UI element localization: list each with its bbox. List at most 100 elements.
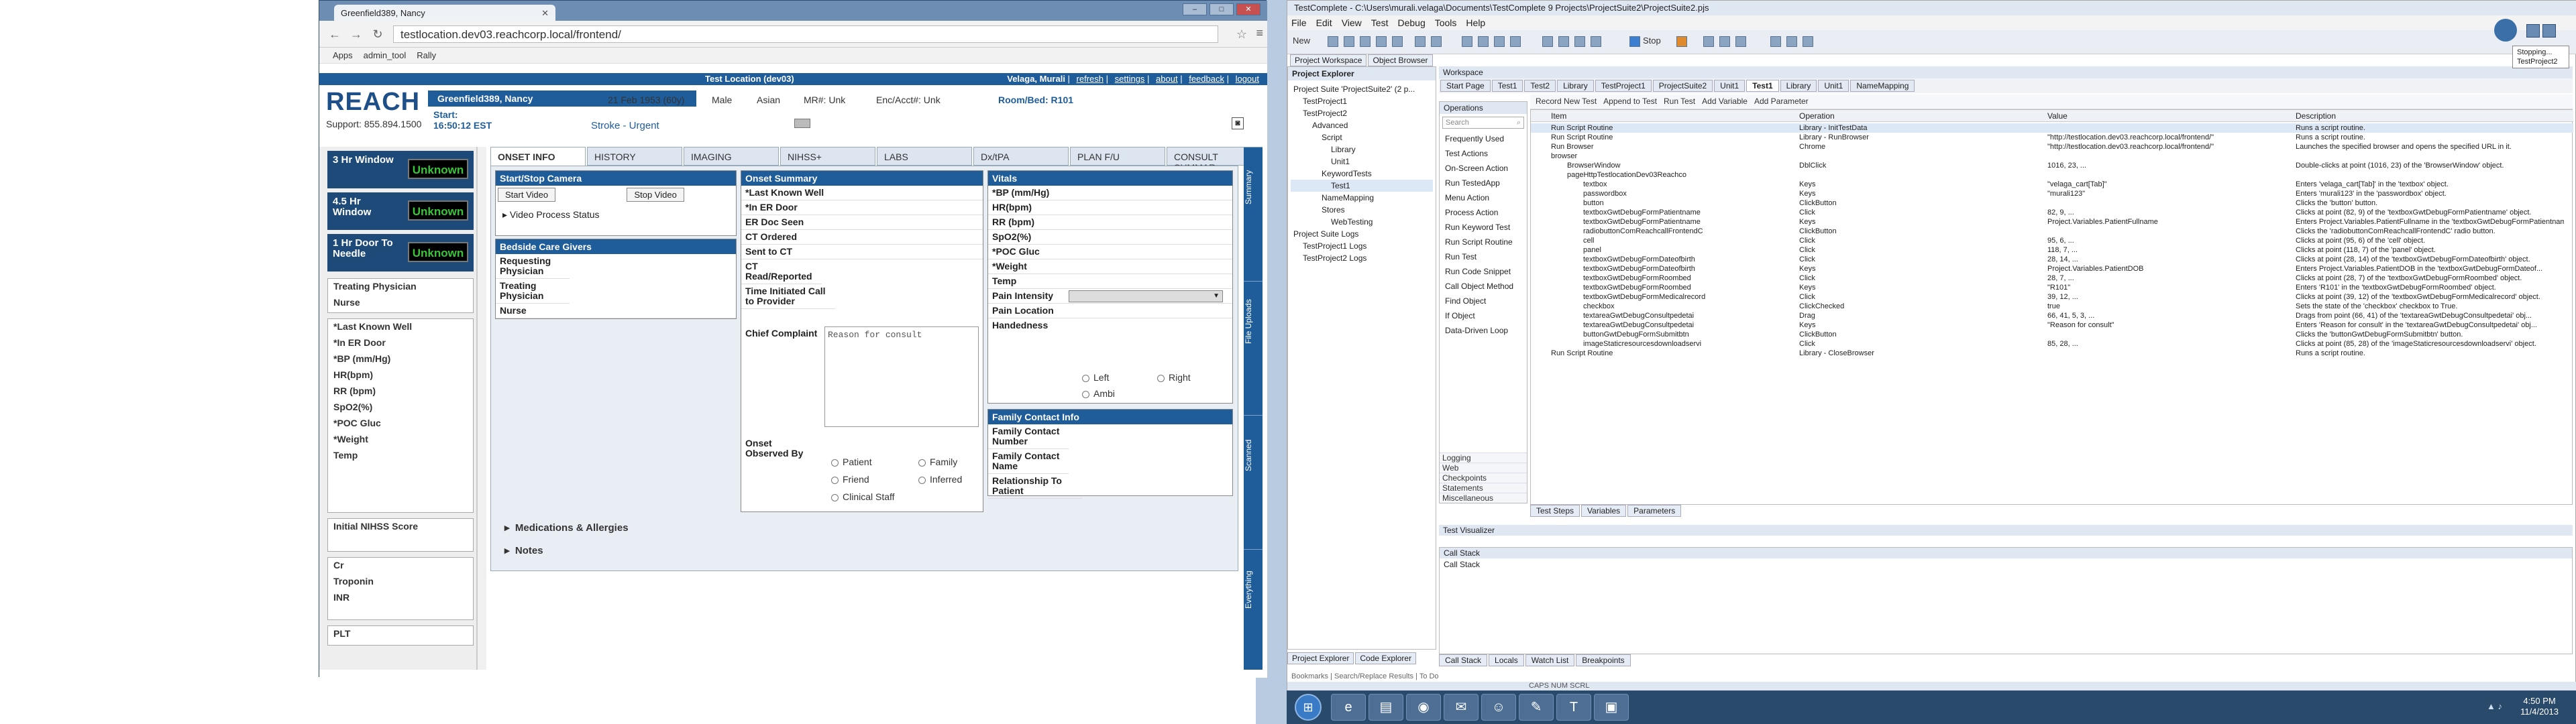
clock[interactable]: 4:50 PM 11/4/2013 — [2520, 696, 2559, 717]
menu-view[interactable]: View — [1342, 17, 1362, 28]
vitals-row[interactable]: *Weight — [988, 259, 1232, 274]
sidebar-scrollbar[interactable] — [477, 147, 486, 670]
reload-icon[interactable]: ↻ — [369, 26, 386, 42]
stop-video-button[interactable]: Stop Video — [627, 188, 684, 202]
step-icon[interactable] — [1703, 36, 1714, 47]
onset-row[interactable]: *In ER Door — [741, 200, 983, 215]
observer-friend[interactable]: Friend — [831, 474, 869, 485]
table-row[interactable]: panel Click 118, 7, ... Clicks at point (11… — [1531, 245, 2573, 255]
tab-imaging[interactable]: IMAGING — [684, 147, 779, 166]
pause-icon[interactable] — [2526, 24, 2540, 38]
tab-test-steps[interactable]: Test Steps — [1530, 505, 1580, 517]
hand-left[interactable]: Left — [1082, 372, 1109, 383]
onset-row[interactable]: CT Read/Reported — [741, 259, 822, 284]
operation-item[interactable]: Run Script Routine — [1440, 235, 1527, 249]
radio-icon[interactable] — [1082, 375, 1089, 383]
start-icon[interactable]: ⊞ — [1295, 694, 1322, 721]
operation-item[interactable]: Test Actions — [1440, 146, 1527, 161]
video-process-status[interactable]: ▸ Video Process Status — [502, 209, 729, 221]
tab-todo[interactable]: To Do — [1419, 672, 1439, 680]
cut-icon[interactable] — [1360, 36, 1371, 47]
stop-button[interactable]: Stop — [1643, 36, 1661, 46]
tab-project-workspace[interactable]: Project Workspace — [1290, 54, 1367, 66]
tab-everything[interactable]: Everything — [1244, 549, 1263, 629]
window-icon[interactable] — [1770, 36, 1781, 47]
layout-icon[interactable] — [1786, 36, 1797, 47]
operation-item[interactable]: Run TestedApp — [1440, 176, 1527, 190]
operation-category[interactable]: Checkpoints — [1440, 473, 1527, 483]
outlook-icon[interactable]: ✉ — [1444, 694, 1479, 721]
tab-file-uploads[interactable]: File Uploads — [1244, 281, 1263, 361]
tree-item[interactable]: Advanced — [1291, 119, 1433, 131]
table-row[interactable]: textboxGwtDebugFormRoombed Click 28, 7, ..… — [1531, 274, 2573, 283]
address-bar[interactable]: testlocation.dev03.reachcorp.local/front… — [393, 25, 1218, 43]
tab-onset-info[interactable]: ONSET INFO — [490, 147, 586, 166]
table-row[interactable]: Run Script Routine Library - CloseBrowser… — [1531, 349, 2573, 358]
caregiver-row[interactable]: Treating Physician — [496, 279, 570, 304]
star-icon[interactable]: ☆ — [1236, 27, 1247, 42]
tab-breakpoints[interactable]: Breakpoints — [1576, 654, 1631, 666]
column-operation[interactable]: Operation — [1799, 111, 1835, 121]
about-link[interactable]: about — [1156, 74, 1178, 84]
pain-location-row[interactable]: Pain Location — [988, 304, 1232, 318]
operation-category[interactable]: Logging — [1440, 452, 1527, 463]
stop-icon[interactable] — [1629, 36, 1640, 47]
tree-item[interactable]: TestProject2 Logs — [1291, 252, 1433, 264]
open-icon[interactable] — [1328, 36, 1338, 47]
tree-item[interactable]: TestProject1 Logs — [1291, 240, 1433, 252]
chrome-icon[interactable]: ◉ — [1406, 694, 1441, 721]
vitals-row[interactable]: Temp — [988, 274, 1232, 289]
panel-icon[interactable] — [1803, 36, 1813, 47]
tab-nihss[interactable]: NIHSS+ — [780, 147, 875, 166]
operation-category[interactable]: Web — [1440, 463, 1527, 473]
table-row[interactable]: cell Click 95, 6, ... Clicks at point (95, … — [1531, 236, 2573, 245]
table-row[interactable]: button ClickButton Clicks the 'button' but… — [1531, 198, 2573, 208]
doc-tab[interactable]: Unit1 — [1714, 80, 1746, 92]
add-parameter-button[interactable]: Add Parameter — [1754, 97, 1809, 107]
bookmark-rally[interactable]: Rally — [417, 50, 436, 60]
radio-icon[interactable] — [1082, 391, 1089, 399]
onset-row[interactable]: CT Ordered — [741, 230, 983, 245]
menu-debug[interactable]: Debug — [1397, 17, 1425, 28]
save-icon[interactable] — [1344, 36, 1354, 47]
table-row[interactable]: browser — [1531, 152, 2573, 161]
tree-item[interactable]: Unit1 — [1291, 156, 1433, 168]
test-visualizer[interactable]: Test Visualizer — [1439, 525, 2573, 536]
step-out-icon[interactable] — [1735, 36, 1746, 47]
pause-icon[interactable] — [1676, 36, 1687, 47]
observer-family[interactable]: Family — [918, 457, 957, 467]
minimize-icon[interactable]: – — [1183, 3, 1207, 15]
app-icon[interactable]: ▣ — [1594, 694, 1629, 721]
operation-item[interactable]: On-Screen Action — [1440, 161, 1527, 176]
tab-labs[interactable]: LABS — [877, 147, 972, 166]
start-video-button[interactable]: Start Video — [498, 188, 556, 202]
operation-item[interactable]: Menu Action — [1440, 190, 1527, 205]
table-row[interactable]: textareaGwtDebugConsultpedetai Drag 66, 41… — [1531, 311, 2573, 320]
settings-link[interactable]: settings — [1115, 74, 1145, 84]
observer-inferred[interactable]: Inferred — [918, 474, 962, 485]
tab-parameters[interactable]: Parameters — [1627, 505, 1682, 517]
vitals-row[interactable]: HR(bpm) — [988, 200, 1232, 215]
testcomplete-icon[interactable]: T — [1556, 694, 1591, 721]
radio-icon[interactable] — [831, 459, 839, 467]
table-row[interactable]: textareaGwtDebugConsultpedetai Keys "Reaso… — [1531, 320, 2573, 330]
table-row[interactable]: textboxGwtDebugFormMedicalrecord Click 39,… — [1531, 292, 2573, 302]
caregiver-row[interactable]: Nurse — [496, 304, 736, 318]
onset-row[interactable]: *Last Known Well — [741, 186, 983, 200]
copy-icon[interactable] — [1376, 36, 1387, 47]
tab-watch-list[interactable]: Watch List — [1525, 654, 1575, 666]
doc-tab[interactable]: Library — [1557, 80, 1594, 92]
doc-tab[interactable]: Start Page — [1440, 80, 1491, 92]
tree-item[interactable]: Project Suite 'ProjectSuite2' (2 p... — [1291, 83, 1433, 95]
refresh-link[interactable]: refresh — [1077, 74, 1104, 84]
breakpoint-icon[interactable] — [1510, 36, 1521, 47]
chief-complaint-textarea[interactable]: Reason for consult — [824, 326, 979, 427]
stop-icon[interactable] — [2542, 24, 2556, 38]
observer-clinical-staff[interactable]: Clinical Staff — [831, 491, 895, 502]
tree-item[interactable]: NameMapping — [1291, 192, 1433, 204]
table-row[interactable]: textboxGwtDebugFormPatientname Click 82, 9… — [1531, 208, 2573, 217]
doc-tab[interactable]: Test1 — [1491, 80, 1523, 92]
operation-item[interactable]: If Object — [1440, 308, 1527, 323]
table-row[interactable]: textbox Keys "velaga_cart[Tab]" Enters 'vel… — [1531, 180, 2573, 189]
new-button[interactable]: New — [1293, 36, 1310, 46]
